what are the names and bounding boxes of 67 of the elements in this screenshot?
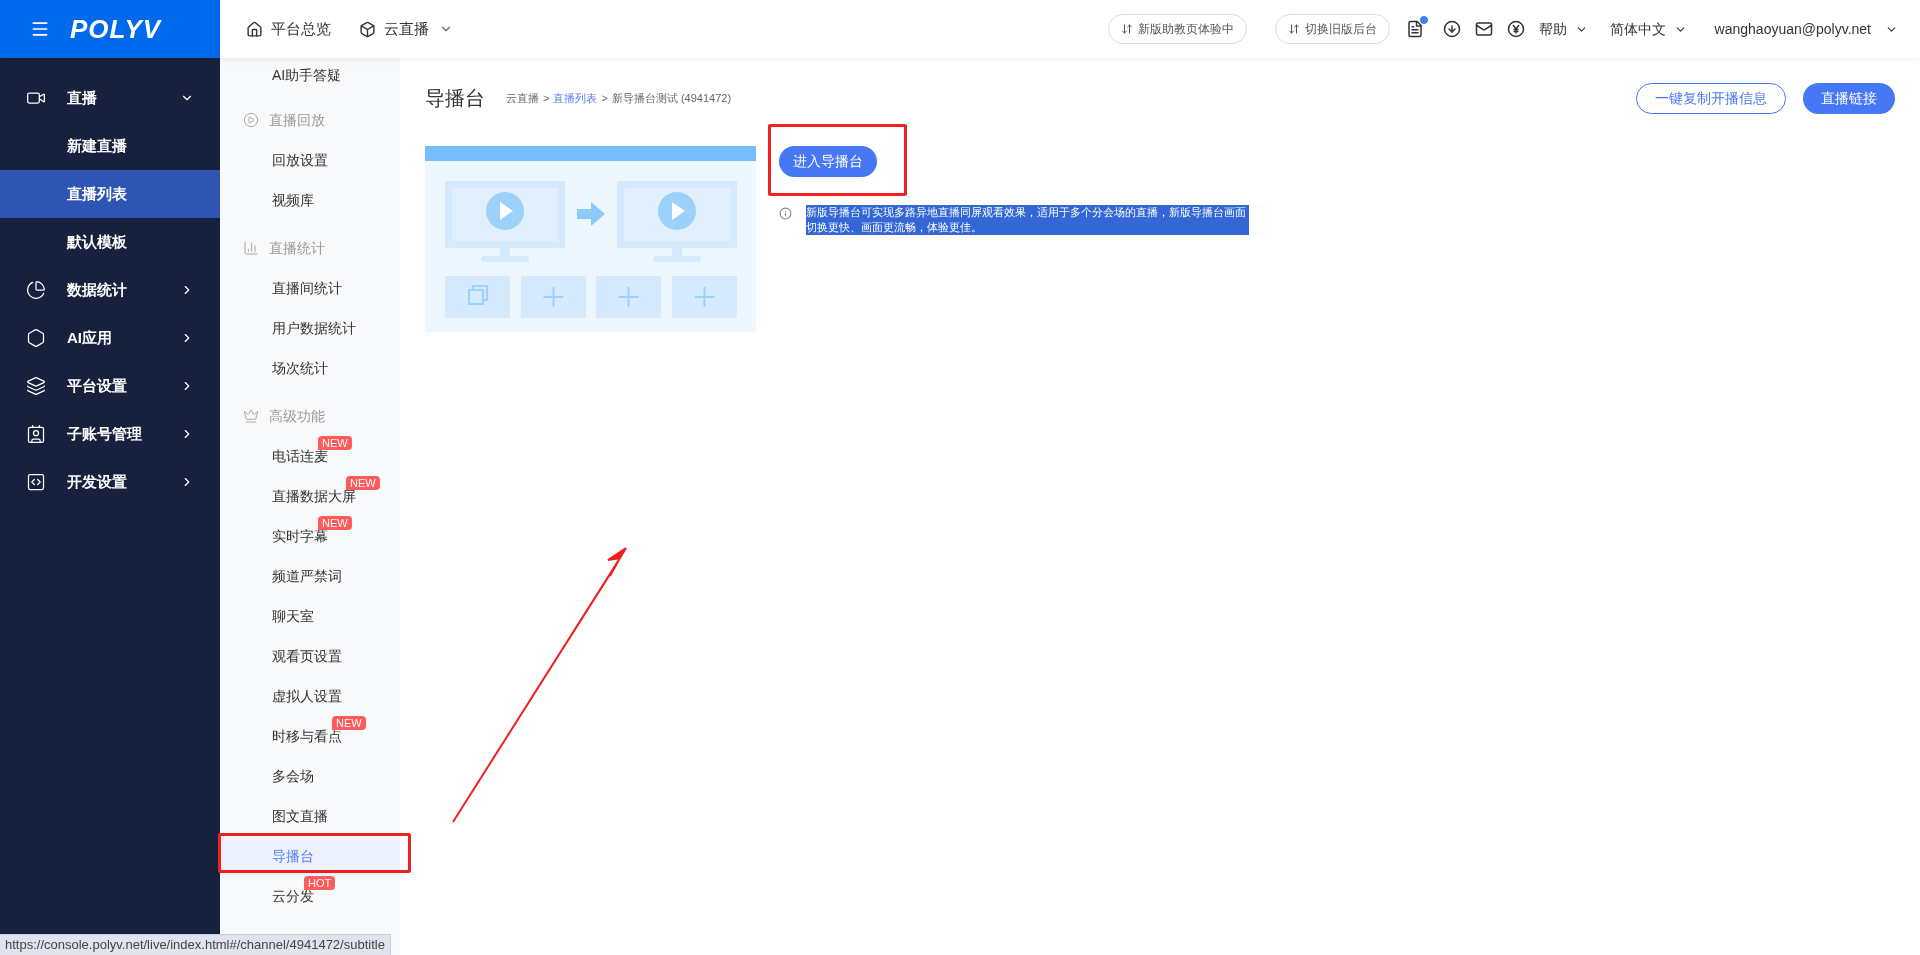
sidebar-item[interactable]: 平台设置 bbox=[0, 362, 220, 410]
help-menu[interactable]: 帮助 bbox=[1538, 18, 1588, 40]
menu-icon[interactable] bbox=[30, 19, 50, 39]
url-tooltip: https://console.polyv.net/live/index.html#/channel/4941472/subtitle bbox=[0, 934, 391, 955]
new-badge: NEW bbox=[318, 435, 352, 450]
cube-icon bbox=[359, 20, 376, 38]
pie-chart-icon bbox=[26, 280, 46, 300]
sidebar-item[interactable]: 数据统计 bbox=[0, 266, 220, 314]
page-title: 导播台 bbox=[425, 86, 485, 111]
breadcrumb-separator: > bbox=[601, 90, 608, 106]
play-circle-icon bbox=[243, 112, 259, 128]
submenu-item[interactable]: 用户数据统计 bbox=[220, 308, 400, 348]
account-menu[interactable]: wanghaoyuan@polyv.net bbox=[1714, 18, 1898, 40]
new-badge: NEW bbox=[346, 475, 380, 490]
sidebar-item[interactable]: 直播 bbox=[0, 74, 220, 122]
contact-card-icon bbox=[26, 424, 46, 444]
submenu-item[interactable]: NEW 直播数据大屏 bbox=[220, 476, 400, 516]
sidebar-item[interactable]: 开发设置 bbox=[0, 458, 220, 506]
submenu-item[interactable]: NEW 时移与看点 bbox=[220, 716, 400, 756]
nav-link[interactable]: 平台总览 bbox=[246, 17, 331, 41]
home-icon bbox=[246, 20, 263, 38]
code-icon bbox=[26, 472, 46, 492]
action-button[interactable]: 一键复制开播信息 bbox=[1636, 82, 1786, 114]
sidebar-subitem[interactable]: 直播列表 bbox=[0, 170, 220, 218]
section-header: 高级功能 bbox=[220, 396, 400, 436]
breadcrumb-item: 新导播台测试 (4941472) bbox=[611, 90, 732, 106]
sidebar-item[interactable]: 子账号管理 bbox=[0, 410, 220, 458]
action-button[interactable]: 直播链接 bbox=[1803, 82, 1895, 114]
breadcrumb-separator: > bbox=[543, 90, 550, 106]
layers-icon bbox=[26, 376, 46, 396]
yen-icon[interactable] bbox=[1506, 20, 1525, 38]
new-badge: NEW bbox=[318, 515, 352, 530]
submenu-item[interactable]: 频道严禁词 bbox=[220, 556, 400, 596]
info-icon bbox=[779, 207, 792, 220]
notes-icon[interactable] bbox=[1405, 15, 1429, 38]
swap-icon bbox=[1287, 23, 1300, 35]
submenu-item[interactable]: AI助手答疑 bbox=[220, 58, 400, 92]
submenu-item[interactable]: 场次统计 bbox=[220, 348, 400, 388]
section-header: 直播统计 bbox=[220, 228, 400, 268]
hexagon-icon bbox=[26, 328, 46, 348]
breadcrumb-item: 云直播 bbox=[506, 90, 539, 106]
new-badge: NEW bbox=[332, 715, 366, 730]
logo: POLYV bbox=[70, 12, 162, 46]
nav-link[interactable]: 云直播 bbox=[359, 17, 453, 41]
submenu-item[interactable]: 回放设置 bbox=[220, 140, 400, 180]
submenu-item[interactable]: 聊天室 bbox=[220, 596, 400, 636]
mail-icon[interactable] bbox=[1474, 20, 1493, 38]
submenu-item[interactable]: 观看页设置 bbox=[220, 636, 400, 676]
submenu-item[interactable]: NEW 电话连麦 bbox=[220, 436, 400, 476]
submenu-item[interactable]: 多会场 bbox=[220, 756, 400, 796]
breadcrumb-link[interactable]: 直播列表 bbox=[553, 89, 598, 107]
info-text: 新版导播台可实现多路异地直播同屏观看效果，适用于多个分会场的直播，新版导播台画面切换更快、画面更流畅，体验更佳。 bbox=[806, 205, 1249, 235]
submenu-item[interactable]: 图文直播 bbox=[220, 796, 400, 836]
submenu-item[interactable]: NEW 实时字幕 bbox=[220, 516, 400, 556]
submenu-item[interactable]: 视频库 bbox=[220, 180, 400, 220]
download-icon[interactable] bbox=[1442, 20, 1461, 38]
swap-icon bbox=[1120, 23, 1133, 35]
bar-chart-icon bbox=[243, 240, 259, 256]
submenu-item[interactable]: 直播间统计 bbox=[220, 268, 400, 308]
section-header: 直播回放 bbox=[220, 100, 400, 140]
sidebar-item[interactable]: AI应用 bbox=[0, 314, 220, 362]
enter-switcher-button[interactable]: 进入导播台 bbox=[779, 146, 877, 177]
language-menu[interactable]: 简体中文 bbox=[1609, 18, 1687, 40]
sidebar-subitem[interactable]: 新建直播 bbox=[0, 122, 220, 170]
crown-icon bbox=[243, 408, 259, 424]
sidebar-subitem[interactable]: 默认模板 bbox=[0, 218, 220, 266]
submenu-item[interactable]: 虚拟人设置 bbox=[220, 676, 400, 716]
